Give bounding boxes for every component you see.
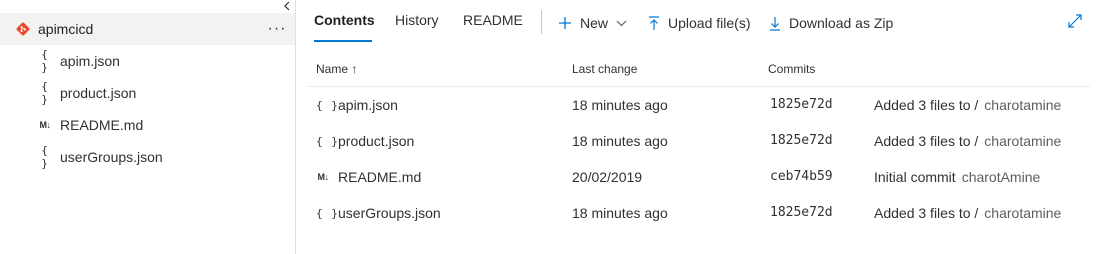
header-divider	[308, 86, 1090, 87]
tab-contents[interactable]: Contents	[314, 12, 375, 34]
upload-icon	[648, 15, 660, 31]
tree-item-apim-json[interactable]: { } apim.json	[0, 45, 295, 77]
main-panel: Contents History README New Upload file(…	[296, 0, 1099, 254]
repo-files-view: apimcicd ··· { } apim.json { } product.j…	[0, 0, 1099, 254]
markdown-file-icon: M↓	[317, 172, 330, 182]
commit-id-link[interactable]: ceb74b59	[770, 169, 833, 184]
tree-item-product-json[interactable]: { } product.json	[0, 77, 295, 109]
commit-message-cell: Added 3 files to / charotamine	[874, 205, 1061, 221]
upload-files-button[interactable]: Upload file(s)	[648, 12, 750, 34]
tree-item-label: apim.json	[60, 53, 120, 69]
file-name-cell[interactable]: { } apim.json	[316, 97, 398, 113]
plus-icon	[558, 16, 572, 30]
json-file-icon: { }	[316, 98, 339, 112]
repo-name: apimcicd	[38, 21, 94, 37]
commit-author: charotAmine	[961, 169, 1041, 185]
chevron-left-icon	[284, 1, 290, 11]
table-row[interactable]: { } userGroups.json 18 minutes ago 1825e…	[296, 196, 1096, 232]
commit-message: Initial commit	[874, 169, 956, 185]
commit-message: Added 3 files to /	[874, 205, 979, 221]
tab-readme[interactable]: README	[463, 12, 523, 34]
toolbar-divider	[541, 10, 542, 34]
json-file-icon: { }	[41, 144, 49, 170]
tree-item-label: userGroups.json	[60, 149, 163, 165]
commit-author: charotamine	[984, 205, 1062, 221]
fullscreen-button[interactable]	[1066, 12, 1084, 30]
tab-history[interactable]: History	[395, 12, 439, 34]
json-file-icon: { }	[316, 134, 339, 148]
file-name-cell[interactable]: { } userGroups.json	[316, 205, 441, 221]
column-header-name[interactable]: Name ↑	[316, 62, 357, 76]
upload-button-label: Upload file(s)	[668, 15, 751, 31]
file-name: userGroups.json	[338, 205, 441, 221]
tree-item-usergroups-json[interactable]: { } userGroups.json	[0, 141, 295, 173]
new-button[interactable]: New	[558, 12, 627, 34]
file-tree-sidebar: apimcicd ··· { } apim.json { } product.j…	[0, 0, 296, 254]
table-row[interactable]: M↓ README.md 20/02/2019 ceb74b59 Initial…	[296, 160, 1096, 196]
tree-item-label: README.md	[60, 117, 144, 133]
new-button-label: New	[580, 15, 609, 31]
last-change-cell: 18 minutes ago	[572, 205, 668, 221]
commit-message-cell: Added 3 files to / charotamine	[874, 133, 1061, 149]
chevron-down-icon	[616, 20, 627, 27]
commit-id-link[interactable]: 1825e72d	[770, 133, 833, 148]
last-change-cell: 20/02/2019	[572, 169, 643, 185]
active-tab-indicator	[314, 40, 372, 42]
download-icon	[769, 16, 781, 31]
commit-id-link[interactable]: 1825e72d	[770, 205, 833, 220]
json-file-icon: { }	[316, 206, 339, 220]
tree-item-readme-md[interactable]: M↓ README.md	[0, 109, 295, 141]
commit-message: Added 3 files to /	[874, 97, 979, 113]
table-row[interactable]: { } apim.json 18 minutes ago 1825e72d Ad…	[296, 88, 1096, 124]
commit-id-link[interactable]: 1825e72d	[770, 97, 833, 112]
file-name: product.json	[338, 133, 415, 149]
download-zip-button[interactable]: Download as Zip	[769, 12, 893, 34]
collapse-sidebar-button[interactable]	[280, 0, 294, 12]
commit-message-cell: Initial commit charotAmine	[874, 169, 1040, 185]
toolbar: Contents History README New Upload file(…	[296, 0, 1099, 44]
commit-author: charotamine	[984, 133, 1062, 149]
expand-icon	[1068, 14, 1082, 28]
commit-message: Added 3 files to /	[874, 133, 979, 149]
last-change-cell: 18 minutes ago	[572, 97, 668, 113]
file-name: README.md	[338, 169, 422, 185]
file-name: apim.json	[338, 97, 398, 113]
markdown-file-icon: M↓	[39, 120, 52, 130]
last-change-cell: 18 minutes ago	[572, 133, 668, 149]
download-button-label: Download as Zip	[789, 15, 894, 31]
commit-author: charotamine	[984, 97, 1062, 113]
repo-root-item[interactable]: apimcicd ···	[0, 13, 295, 45]
commit-message-cell: Added 3 files to / charotamine	[874, 97, 1061, 113]
file-name-cell[interactable]: M↓ README.md	[316, 169, 422, 185]
column-header-last-change[interactable]: Last change	[572, 62, 637, 76]
tree-item-label: product.json	[60, 85, 137, 101]
more-options-button[interactable]: ···	[265, 19, 289, 39]
json-file-icon: { }	[41, 48, 49, 74]
git-repo-icon	[16, 22, 30, 36]
column-header-commits[interactable]: Commits	[768, 62, 815, 76]
json-file-icon: { }	[41, 80, 49, 106]
file-name-cell[interactable]: { } product.json	[316, 133, 414, 149]
table-row[interactable]: { } product.json 18 minutes ago 1825e72d…	[296, 124, 1096, 160]
